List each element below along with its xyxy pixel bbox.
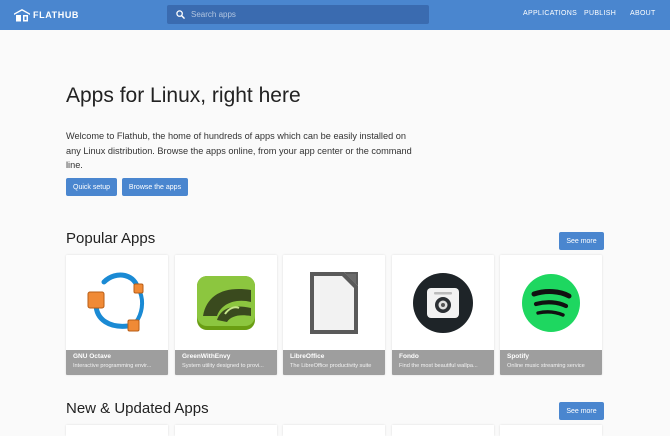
app-name: Fondo (399, 353, 419, 360)
libreoffice-icon (310, 271, 358, 334)
page-title: Apps for Linux, right here (66, 84, 301, 107)
new-updated-see-more-button[interactable]: See more (559, 402, 604, 420)
app-card-partial[interactable] (66, 425, 168, 436)
app-card-partial[interactable] (283, 425, 385, 436)
greenwithenvy-icon (197, 275, 255, 330)
spotify-icon (522, 273, 580, 332)
nav-publish[interactable]: PUBLISH (584, 10, 616, 17)
app-name: GNU Octave (73, 353, 111, 360)
popular-see-more-button[interactable]: See more (559, 232, 604, 250)
app-summary: System utility designed to provi... (182, 363, 264, 369)
logo-text: FLATHUB (33, 10, 80, 20)
popular-apps-title: Popular Apps (66, 230, 156, 247)
app-name: GreenWithEnvy (182, 353, 231, 360)
app-card-partial[interactable] (392, 425, 494, 436)
search-icon (176, 10, 185, 19)
octave-icon (87, 272, 145, 331)
app-card-partial[interactable] (500, 425, 602, 436)
fondo-icon (413, 272, 473, 333)
app-card-greenwithenvy[interactable]: GreenWithEnvy System utility designed to… (175, 255, 277, 375)
nav-about[interactable]: ABOUT (630, 10, 656, 17)
search-input[interactable] (191, 5, 421, 24)
top-bar: FLATHUB APPLICATIONS PUBLISH ABOUT (0, 0, 670, 30)
browse-apps-button[interactable]: Browse the apps (122, 178, 188, 196)
app-name: Spotify (507, 353, 530, 360)
app-name: LibreOffice (290, 353, 325, 360)
app-summary: Find the most beautiful wallpa... (399, 363, 478, 369)
flathub-logo[interactable]: FLATHUB (14, 8, 79, 22)
flathub-logo-icon (14, 8, 30, 21)
nav-applications[interactable]: APPLICATIONS (523, 10, 577, 17)
app-summary: Interactive programming envir... (73, 363, 152, 369)
search-box[interactable] (167, 5, 429, 24)
app-card-spotify[interactable]: Spotify Online music streaming service (500, 255, 602, 375)
app-summary: Online music streaming service (507, 363, 585, 369)
app-card-partial[interactable] (175, 425, 277, 436)
app-card-libreoffice[interactable]: LibreOffice The LibreOffice productivity… (283, 255, 385, 375)
new-updated-apps-title: New & Updated Apps (66, 400, 209, 417)
hero-description: Welcome to Flathub, the home of hundreds… (66, 131, 412, 170)
app-card-octave[interactable]: GNU Octave Interactive programming envir… (66, 255, 168, 375)
quick-setup-button[interactable]: Quick setup (66, 178, 117, 196)
app-card-fondo[interactable]: Fondo Find the most beautiful wallpa... (392, 255, 494, 375)
app-summary: The LibreOffice productivity suite (290, 363, 372, 369)
